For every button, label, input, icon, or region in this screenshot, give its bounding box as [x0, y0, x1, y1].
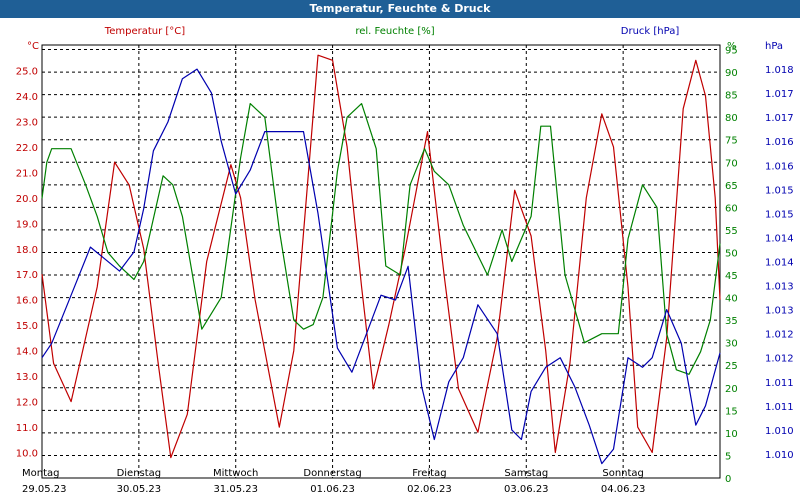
temperature-tick-label: 24.0 [16, 92, 38, 103]
humidity-tick-label: 65 [725, 181, 738, 192]
pressure-tick-label: 1.012 [765, 354, 794, 365]
pressure-tick-label: 1.014 [765, 233, 794, 244]
day-label: Sonntag [602, 468, 644, 479]
humidity-tick-label: 80 [725, 113, 738, 124]
pressure-tick-label: 1.017 [765, 113, 794, 124]
date-label: 04.06.23 [601, 484, 646, 495]
chart-canvas: 10.0 11.0 12.0 13.0 14.0 15.0 16.0 17.0 18.0 19.0… [0, 18, 800, 500]
series-label: rel. Feuchte [%] [355, 26, 434, 37]
humidity-tick-label: 90 [725, 68, 738, 79]
temperature-tick-label: 11.0 [16, 423, 38, 434]
temperature-unit-label: °C [27, 41, 39, 52]
pressure-tick-label: 1.017 [765, 89, 794, 100]
humidity-tick-label: 60 [725, 203, 738, 214]
humidity-unit-label: % [727, 41, 737, 52]
pressure-tick-label: 1.015 [765, 185, 794, 196]
temperature-tick-label: 16.0 [16, 296, 38, 307]
pressure-tick-label: 1.013 [765, 306, 794, 317]
date-label: 03.06.23 [504, 484, 549, 495]
temperature-tick-label: 23.0 [16, 117, 38, 128]
humidity-tick-label: 35 [725, 316, 738, 327]
humidity-tick-label: 5 [725, 451, 731, 462]
day-label: Dienstag [117, 468, 162, 479]
pressure-tick-label: 1.015 [765, 209, 794, 220]
humidity-tick-label: 10 [725, 429, 738, 440]
temperature-tick-label: 10.0 [16, 449, 38, 460]
pressure-tick-label: 1.010 [765, 426, 794, 437]
pressure-tick-label: 1.011 [765, 402, 794, 413]
temperature-tick-label: 20.0 [16, 194, 38, 205]
humidity-tick-label: 0 [725, 474, 731, 485]
temperature-tick-label: 19.0 [16, 219, 38, 230]
day-label: Samstag [504, 468, 548, 479]
pressure-tick-label: 1.010 [765, 450, 794, 461]
humidity-tick-label: 70 [725, 158, 738, 169]
humidity-tick-label: 85 [725, 91, 738, 102]
temperature-tick-label: 22.0 [16, 143, 38, 154]
pressure-tick-label: 1.011 [765, 378, 794, 389]
pressure-tick-label: 1.014 [765, 258, 794, 269]
temperature-tick-label: 17.0 [16, 270, 38, 281]
temperature-tick-label: 12.0 [16, 398, 38, 409]
pressure-tick-label: 1.013 [765, 282, 794, 293]
humidity-tick-label: 55 [725, 226, 738, 237]
day-label: Donnerstag [303, 468, 361, 479]
date-label: 30.05.23 [117, 484, 162, 495]
temperature-tick-label: 14.0 [16, 347, 38, 358]
pressure-tick-label: 1.016 [765, 137, 794, 148]
date-label: 31.05.23 [213, 484, 258, 495]
pressure-tick-label: 1.018 [765, 65, 794, 76]
humidity-tick-label: 75 [725, 136, 738, 147]
chart-title: Temperatur, Feuchte & Druck [0, 0, 800, 18]
date-label: 02.06.23 [407, 484, 452, 495]
temperature-tick-label: 21.0 [16, 168, 38, 179]
series-label: Temperatur [°C] [104, 26, 185, 37]
pressure-tick-label: 1.016 [765, 161, 794, 172]
series-label: Druck [hPa] [621, 26, 680, 37]
humidity-tick-label: 20 [725, 384, 738, 395]
humidity-tick-label: 50 [725, 248, 738, 259]
date-label: 29.05.23 [22, 484, 67, 495]
day-label: Freitag [412, 468, 446, 479]
humidity-tick-label: 15 [725, 406, 738, 417]
pressure-unit-label: hPa [765, 41, 783, 52]
day-label: Mittwoch [213, 468, 258, 479]
temperature-tick-label: 18.0 [16, 245, 38, 256]
pressure-tick-label: 1.012 [765, 330, 794, 341]
humidity-tick-label: 30 [725, 339, 738, 350]
date-label: 01.06.23 [310, 484, 355, 495]
temperature-tick-label: 13.0 [16, 372, 38, 383]
humidity-tick-label: 45 [725, 271, 738, 282]
day-label: Montag [22, 468, 59, 479]
humidity-tick-label: 40 [725, 294, 738, 305]
humidity-tick-label: 25 [725, 361, 738, 372]
temperature-tick-label: 15.0 [16, 321, 38, 332]
temperature-tick-label: 25.0 [16, 66, 38, 77]
